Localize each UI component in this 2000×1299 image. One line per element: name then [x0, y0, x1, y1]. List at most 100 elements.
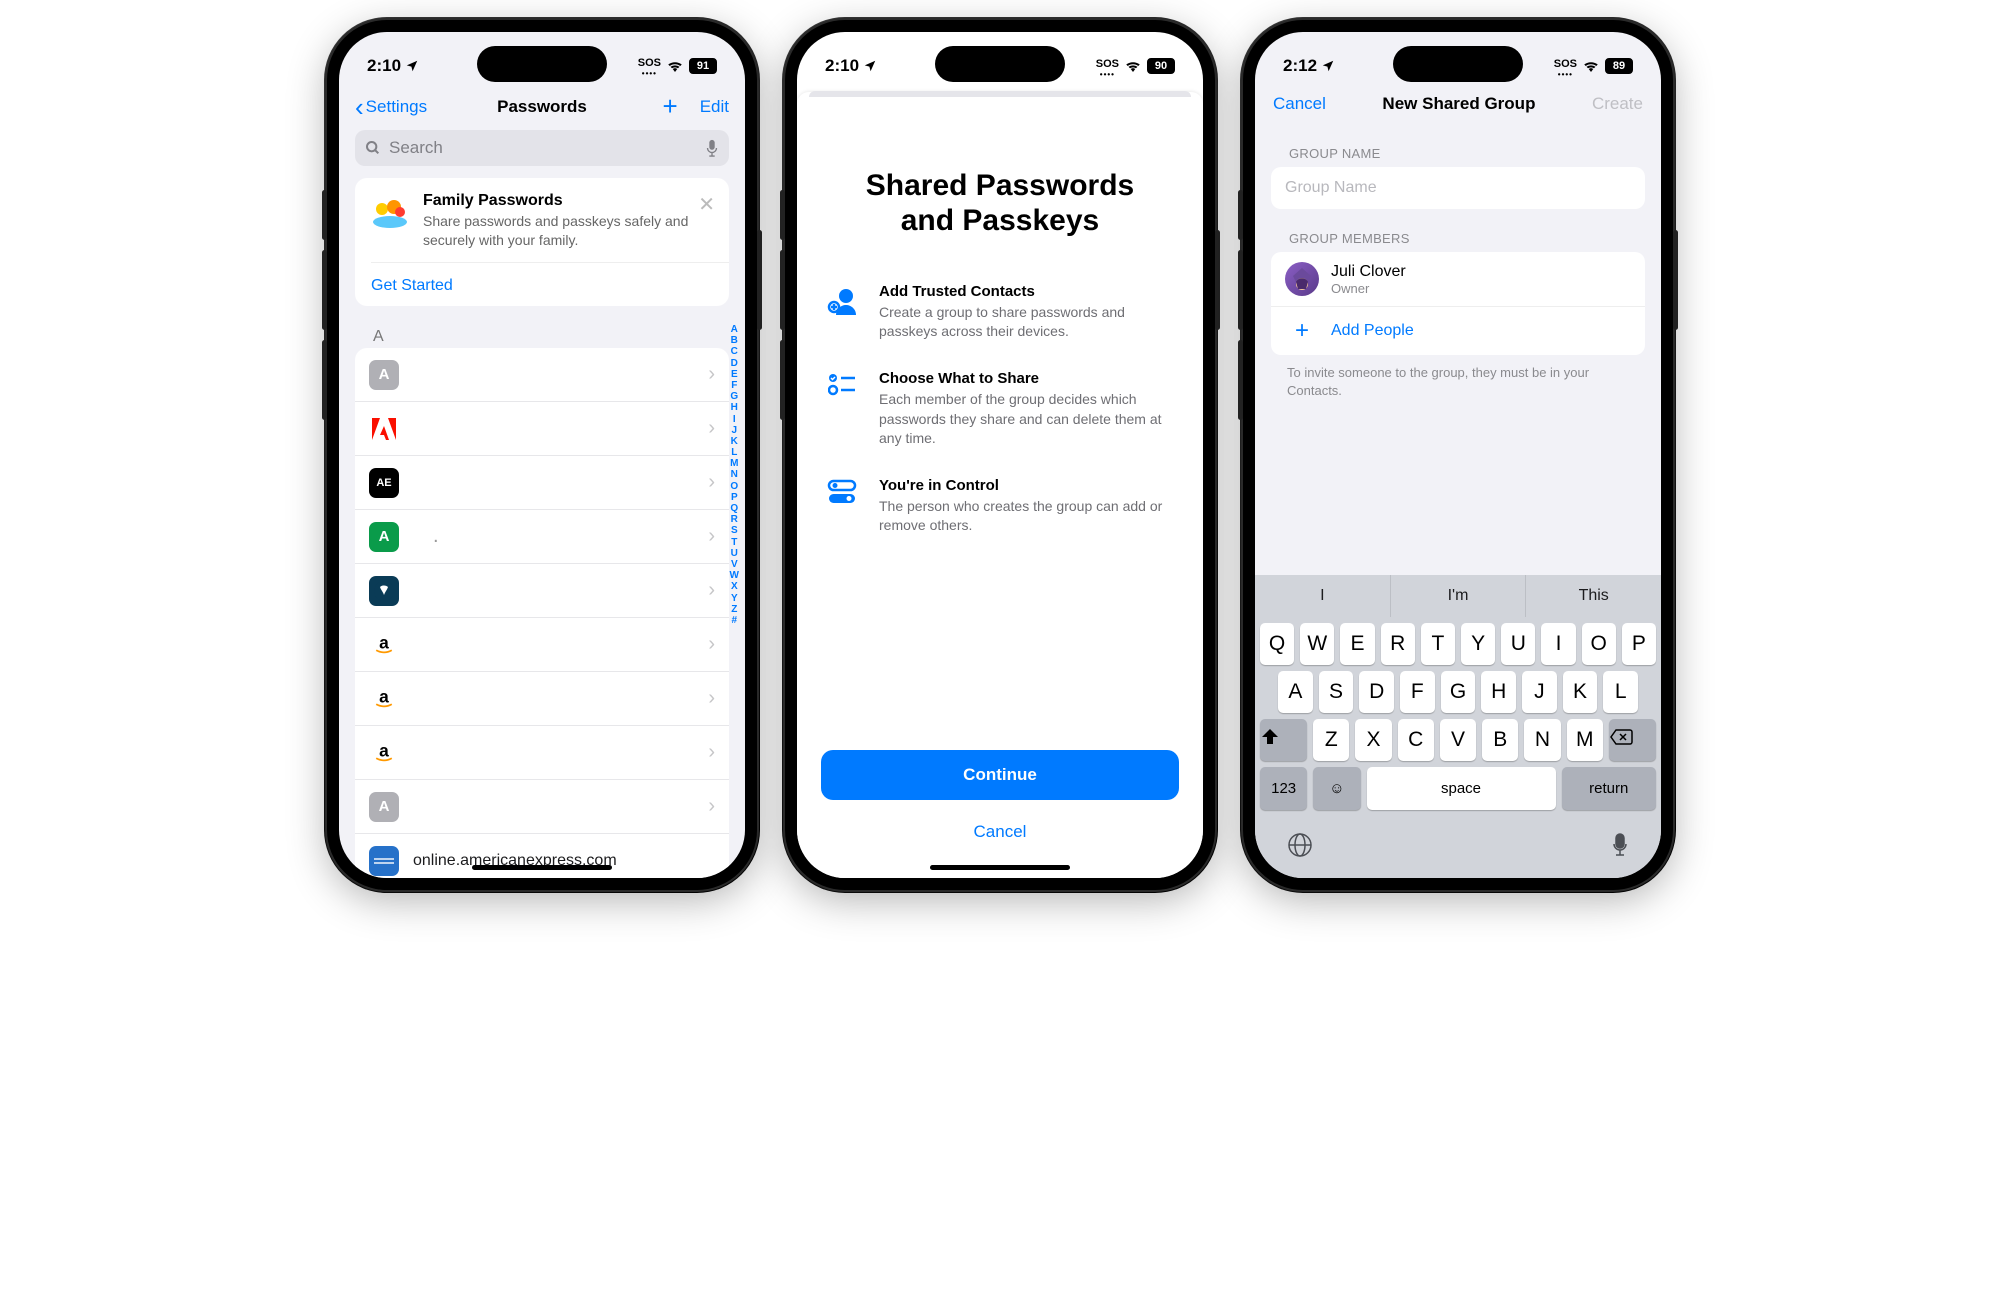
list-item[interactable]: A.›: [355, 510, 729, 564]
feature-desc: The person who creates the group can add…: [879, 497, 1175, 536]
family-icon: [369, 192, 411, 234]
home-indicator[interactable]: [930, 865, 1070, 870]
key-m[interactable]: M: [1567, 719, 1603, 761]
chevron-right-icon: ›: [708, 363, 715, 386]
list-item[interactable]: AE›: [355, 456, 729, 510]
alpha-index[interactable]: ABCDEFGHIJKLMNOPQRSTUVWXYZ#: [730, 324, 739, 626]
cancel-button[interactable]: Cancel: [821, 814, 1179, 850]
key-p[interactable]: P: [1622, 623, 1656, 665]
sos-indicator: SOS••••: [638, 53, 661, 78]
list-item[interactable]: A›: [355, 348, 729, 402]
key-t[interactable]: T: [1421, 623, 1455, 665]
battery-indicator: 90: [1147, 58, 1175, 74]
key-u[interactable]: U: [1501, 623, 1535, 665]
close-icon[interactable]: ✕: [698, 192, 715, 217]
key-s[interactable]: S: [1319, 671, 1354, 713]
suggestion[interactable]: I: [1255, 575, 1391, 617]
list-item[interactable]: A›: [355, 780, 729, 834]
chevron-right-icon: ›: [708, 795, 715, 818]
feature-desc: Each member of the group decides which p…: [879, 390, 1175, 449]
key-h[interactable]: H: [1481, 671, 1516, 713]
mic-icon[interactable]: [705, 139, 719, 157]
list-item[interactable]: a›: [355, 672, 729, 726]
location-icon: [1321, 59, 1335, 73]
sheet-title: Shared Passwords and Passkeys: [821, 92, 1179, 269]
phone-passwords-list: 2:10 SOS•••• 91 ‹Settings Passwords + Ed…: [327, 20, 757, 890]
key-y[interactable]: Y: [1461, 623, 1495, 665]
back-button[interactable]: ‹Settings: [355, 97, 427, 117]
amazon-icon: a: [369, 684, 399, 714]
chevron-right-icon: ›: [708, 471, 715, 494]
back-label: Settings: [366, 97, 427, 117]
key-j[interactable]: J: [1522, 671, 1557, 713]
shift-key[interactable]: [1260, 719, 1307, 761]
numbers-key[interactable]: 123: [1260, 767, 1307, 810]
phone-shared-intro: 2:10 SOS•••• 90 Shared Passwords and Pas…: [785, 20, 1215, 890]
home-indicator[interactable]: [472, 865, 612, 870]
group-name-field[interactable]: [1285, 179, 1631, 197]
plus-icon: +: [1285, 317, 1319, 345]
app-icon: A: [369, 522, 399, 552]
suggestion[interactable]: This: [1526, 575, 1661, 617]
list-item[interactable]: ›: [355, 402, 729, 456]
key-b[interactable]: B: [1482, 719, 1518, 761]
section-header: A: [339, 322, 745, 348]
list-item[interactable]: a›: [355, 726, 729, 780]
key-r[interactable]: R: [1381, 623, 1415, 665]
svg-text:a: a: [379, 686, 389, 706]
key-z[interactable]: Z: [1313, 719, 1349, 761]
edit-button[interactable]: Edit: [700, 97, 729, 117]
key-n[interactable]: N: [1524, 719, 1560, 761]
backspace-key[interactable]: [1609, 719, 1656, 761]
adobe-icon: [369, 414, 399, 444]
password-list: A› › AE› A.› › a› a› a› A› online.americ…: [355, 348, 729, 878]
globe-icon[interactable]: [1287, 832, 1313, 858]
key-l[interactable]: L: [1603, 671, 1638, 713]
emoji-key[interactable]: ☺: [1313, 767, 1360, 810]
list-item[interactable]: ›: [355, 564, 729, 618]
add-button[interactable]: +: [663, 91, 678, 122]
group-name-input[interactable]: [1271, 167, 1645, 209]
add-people-button[interactable]: + Add People: [1271, 307, 1645, 355]
key-x[interactable]: X: [1355, 719, 1391, 761]
dictation-icon[interactable]: [1611, 832, 1629, 858]
feature-title: Choose What to Share: [879, 370, 1175, 387]
svg-text:a: a: [379, 740, 389, 760]
key-i[interactable]: I: [1541, 623, 1575, 665]
key-e[interactable]: E: [1340, 623, 1374, 665]
members-list: Juli CloverOwner + Add People: [1271, 252, 1645, 355]
return-key[interactable]: return: [1562, 767, 1657, 810]
key-d[interactable]: D: [1359, 671, 1394, 713]
list-item[interactable]: a›: [355, 618, 729, 672]
intro-sheet: Shared Passwords and Passkeys Add Truste…: [797, 92, 1203, 878]
key-f[interactable]: F: [1400, 671, 1435, 713]
list-item[interactable]: online.americanexpress.com: [355, 834, 729, 878]
key-k[interactable]: K: [1563, 671, 1598, 713]
wifi-icon: [666, 59, 684, 73]
create-button[interactable]: Create: [1592, 94, 1643, 114]
member-row[interactable]: Juli CloverOwner: [1271, 252, 1645, 307]
cancel-button[interactable]: Cancel: [1273, 94, 1326, 114]
chevron-right-icon: ›: [708, 525, 715, 548]
get-started-button[interactable]: Get Started: [355, 263, 729, 306]
dynamic-island: [477, 46, 607, 82]
key-g[interactable]: G: [1441, 671, 1476, 713]
app-icon: A: [369, 360, 399, 390]
location-icon: [863, 59, 877, 73]
dynamic-island: [935, 46, 1065, 82]
feature-title: You're in Control: [879, 477, 1175, 494]
feature-contacts: Add Trusted ContactsCreate a group to sh…: [821, 269, 1179, 356]
search-input[interactable]: Search: [355, 130, 729, 166]
key-v[interactable]: V: [1440, 719, 1476, 761]
key-w[interactable]: W: [1300, 623, 1334, 665]
svg-text:a: a: [379, 632, 389, 652]
key-a[interactable]: A: [1278, 671, 1313, 713]
chevron-right-icon: ›: [708, 579, 715, 602]
continue-button[interactable]: Continue: [821, 750, 1179, 800]
key-q[interactable]: Q: [1260, 623, 1294, 665]
space-key[interactable]: space: [1367, 767, 1556, 810]
suggestion[interactable]: I'm: [1391, 575, 1527, 617]
key-o[interactable]: O: [1582, 623, 1616, 665]
key-c[interactable]: C: [1398, 719, 1434, 761]
search-icon: [365, 140, 381, 156]
